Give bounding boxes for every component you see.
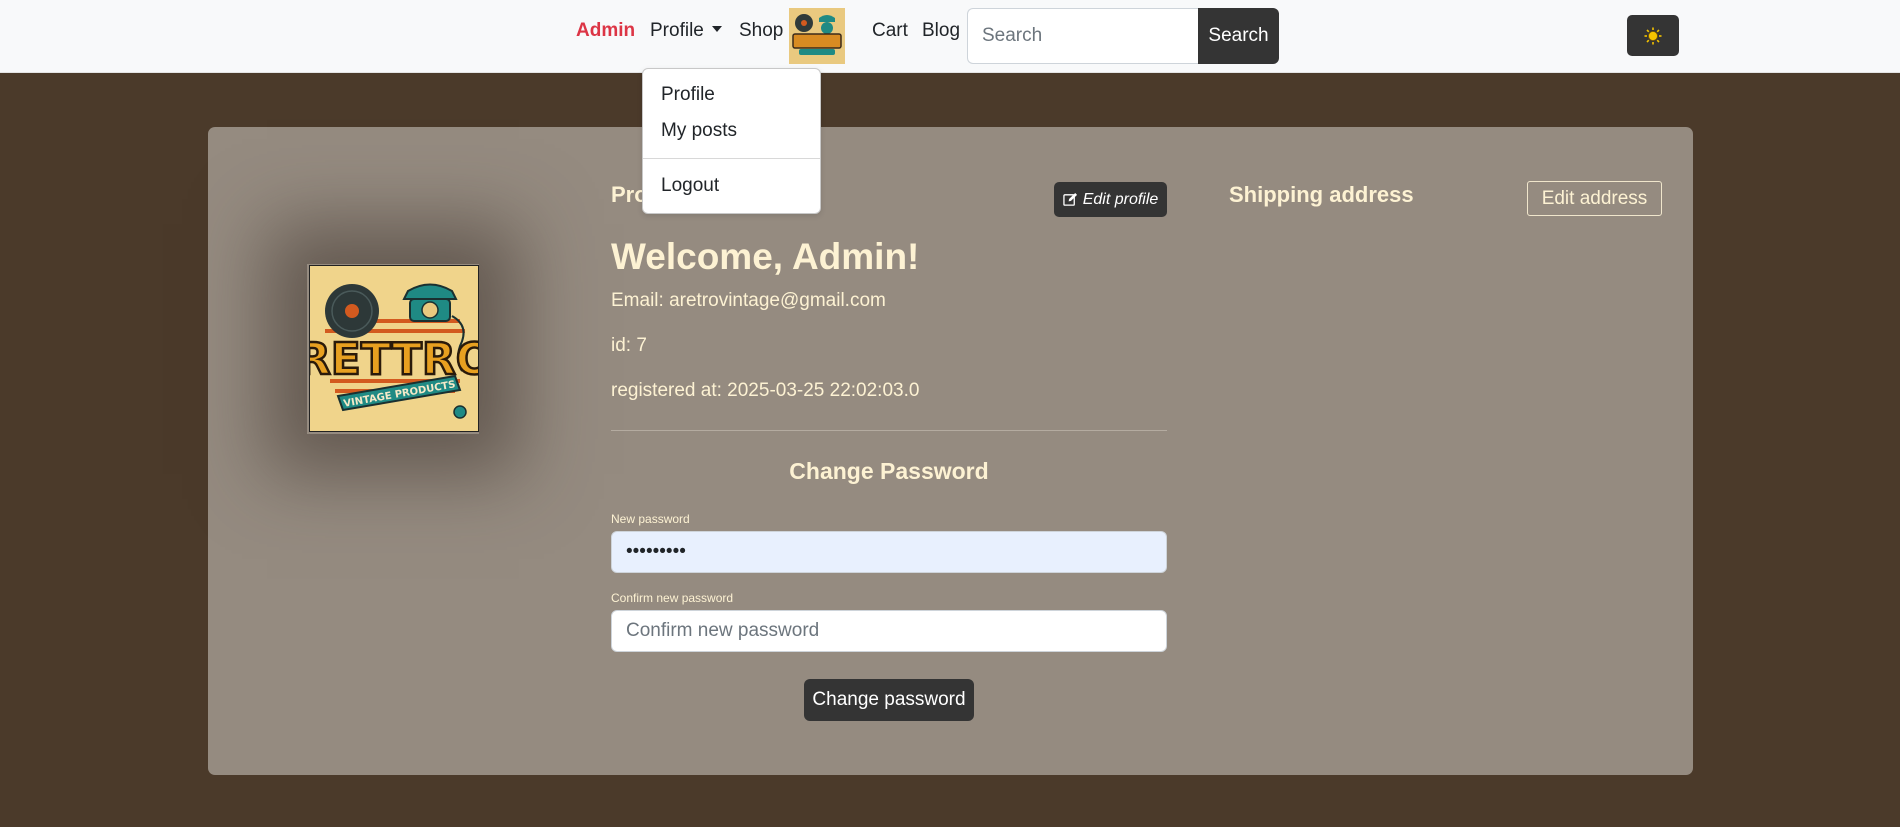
- change-password-title: Change Password: [789, 458, 989, 484]
- section-divider: [611, 430, 1167, 431]
- navbar: Admin Profile Shop Cart Blog Search: [0, 0, 1900, 73]
- welcome-heading: Welcome, Admin!: [611, 236, 920, 277]
- caret-down-icon: [711, 26, 722, 32]
- new-password-label: New password: [611, 512, 690, 526]
- sun-icon: [1644, 27, 1662, 44]
- edit-address-button[interactable]: Edit address: [1527, 181, 1662, 216]
- edit-profile-label: Edit profile: [1082, 190, 1159, 208]
- avatar: RETTRO VINTAGE PRODUCTS: [309, 265, 479, 432]
- rettro-logo-icon[interactable]: [789, 8, 845, 64]
- change-password-button[interactable]: Change password: [804, 679, 974, 721]
- shipping-address-title: Shipping address: [1229, 182, 1414, 207]
- nav-profile-label: Profile: [650, 20, 704, 41]
- dropdown-item-my-posts[interactable]: My posts: [661, 120, 737, 142]
- search-input[interactable]: [967, 8, 1199, 64]
- theme-toggle-button[interactable]: [1627, 15, 1679, 56]
- confirm-password-field[interactable]: [611, 610, 1167, 652]
- profile-card: [208, 127, 1693, 775]
- profile-id: id: 7: [611, 335, 647, 356]
- nav-blog-link[interactable]: Blog: [922, 20, 960, 42]
- dropdown-item-logout[interactable]: Logout: [661, 175, 719, 197]
- confirm-password-label: Confirm new password: [611, 591, 734, 605]
- dropdown-divider: [643, 158, 820, 159]
- profile-dropdown-menu: Profile My posts Logout: [642, 68, 821, 214]
- dropdown-item-profile[interactable]: Profile: [661, 84, 715, 106]
- profile-email: Email: aretrovintage@gmail.com: [611, 290, 886, 311]
- search-button[interactable]: Search: [1198, 8, 1279, 64]
- nav-profile-dropdown-toggle[interactable]: Profile: [650, 20, 722, 42]
- new-password-field[interactable]: [611, 531, 1167, 573]
- edit-icon: [1062, 192, 1077, 206]
- profile-registered-at: registered at: 2025-03-25 22:02:03.0: [611, 380, 920, 401]
- nav-cart-link[interactable]: Cart: [872, 20, 908, 42]
- nav-admin-link[interactable]: Admin: [576, 20, 635, 42]
- nav-shop-link[interactable]: Shop: [739, 20, 783, 42]
- edit-profile-button[interactable]: Edit profile: [1054, 182, 1167, 217]
